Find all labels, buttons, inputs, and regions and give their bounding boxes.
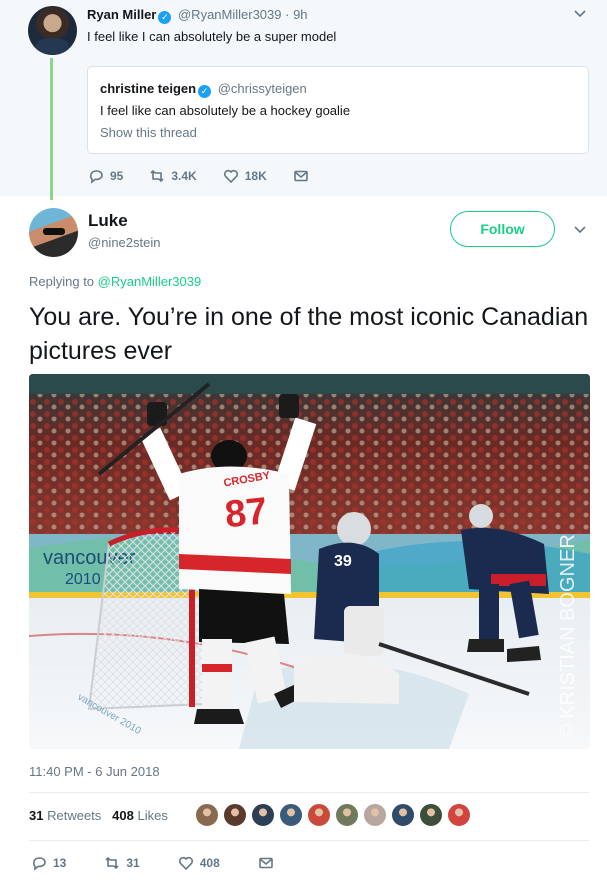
likes-stat[interactable]: 408 Likes bbox=[112, 808, 168, 823]
parent-tweet-actions: 95 3.4K 18K bbox=[88, 168, 309, 184]
tweet-text: You are. You’re in one of the most iconi… bbox=[29, 303, 589, 365]
retweet-count: 3.4K bbox=[171, 169, 197, 183]
divider bbox=[29, 792, 589, 793]
liker-avatar[interactable] bbox=[391, 803, 415, 827]
quoted-tweet-text: I feel like can absolutely be a hockey g… bbox=[100, 103, 351, 118]
liker-avatar[interactable] bbox=[307, 803, 331, 827]
author-name[interactable]: Luke bbox=[88, 211, 128, 231]
direct-message-button[interactable] bbox=[258, 855, 274, 871]
author-handle[interactable]: @nine2stein bbox=[88, 235, 160, 250]
retweet-icon bbox=[105, 856, 119, 870]
liker-avatar[interactable] bbox=[279, 803, 303, 827]
reply-count: 13 bbox=[53, 856, 67, 870]
reply-icon bbox=[89, 170, 103, 184]
liker-avatar[interactable] bbox=[195, 803, 219, 827]
liker-avatar[interactable] bbox=[363, 803, 387, 827]
reply-handle-link[interactable]: @RyanMiller3039 bbox=[98, 274, 202, 289]
follow-button[interactable]: Follow bbox=[450, 211, 555, 247]
parent-tweet-header: Ryan Miller ✓ @RyanMiller3039 · 9h bbox=[87, 7, 308, 24]
goalie-number: 39 bbox=[334, 553, 352, 570]
retweet-count: 31 bbox=[126, 856, 140, 870]
reply-count: 95 bbox=[110, 169, 124, 183]
likes-stat-count: 408 bbox=[112, 808, 134, 823]
retweet-icon bbox=[150, 169, 164, 183]
jersey-number: 87 bbox=[223, 490, 269, 536]
tweet-timestamp[interactable]: 11:40 PM - 6 Jun 2018 bbox=[29, 764, 160, 779]
author-name[interactable]: Ryan Miller bbox=[87, 7, 156, 22]
reply-button[interactable]: 13 bbox=[31, 855, 66, 871]
tweet-stats: 31 Retweets 408 Likes bbox=[29, 808, 168, 823]
retweet-button[interactable]: 3.4K bbox=[149, 168, 197, 184]
verified-badge-icon: ✓ bbox=[158, 11, 172, 24]
like-count: 18K bbox=[244, 169, 267, 183]
tweet-photo[interactable]: vancouver 2010 vancouver 2010 87 CROSBY bbox=[29, 374, 590, 749]
thread-connector bbox=[50, 58, 53, 200]
reply-prefix: Replying to bbox=[29, 274, 95, 289]
parent-tweet[interactable]: Ryan Miller ✓ @RyanMiller3039 · 9h I feel… bbox=[0, 0, 607, 200]
verified-badge-icon: ✓ bbox=[198, 85, 212, 98]
reply-icon bbox=[32, 857, 46, 871]
direct-message-button[interactable] bbox=[293, 168, 309, 184]
quoted-author-name: christine teigen bbox=[100, 81, 197, 96]
retweets-stat[interactable]: 31 Retweets bbox=[29, 808, 101, 823]
quoted-tweet-header: christine teigen ✓ @chrissyteigen bbox=[100, 81, 307, 98]
envelope-icon bbox=[293, 170, 308, 182]
like-button[interactable]: 408 bbox=[178, 855, 220, 871]
divider bbox=[29, 840, 589, 841]
tweet-time[interactable]: · 9h bbox=[285, 7, 307, 22]
like-button[interactable]: 18K bbox=[223, 168, 267, 184]
show-thread-link[interactable]: Show this thread bbox=[100, 125, 197, 140]
liker-avatar[interactable] bbox=[223, 803, 247, 827]
dasher-year: 2010 bbox=[65, 571, 101, 588]
reply-button[interactable]: 95 bbox=[88, 168, 123, 184]
chevron-down-icon[interactable] bbox=[573, 6, 587, 23]
avatar[interactable] bbox=[29, 208, 78, 257]
envelope-icon bbox=[258, 857, 273, 869]
retweets-stat-label: Retweets bbox=[47, 808, 102, 823]
author-handle[interactable]: @RyanMiller3039 bbox=[178, 7, 282, 22]
like-count: 408 bbox=[199, 856, 220, 870]
retweet-button[interactable]: 31 bbox=[104, 855, 140, 871]
liker-avatar[interactable] bbox=[419, 803, 443, 827]
likes-stat-label: Likes bbox=[137, 808, 168, 823]
parent-tweet-text: I feel like I can absolutely be a super … bbox=[87, 29, 337, 44]
photo-watermark: © KRISTIAN BOGNER bbox=[557, 534, 579, 739]
liker-avatar[interactable] bbox=[251, 803, 275, 827]
tweet-actions: 13 31 408 bbox=[31, 855, 274, 871]
avatar[interactable] bbox=[28, 6, 77, 55]
quoted-author-handle: @chrissyteigen bbox=[217, 81, 307, 96]
chevron-down-icon[interactable] bbox=[573, 222, 587, 239]
replying-to: Replying to @RyanMiller3039 bbox=[29, 274, 201, 289]
heart-icon bbox=[223, 169, 238, 184]
retweets-stat-count: 31 bbox=[29, 808, 44, 823]
heart-icon bbox=[178, 856, 193, 871]
quoted-tweet[interactable]: christine teigen ✓ @chrissyteigen I feel … bbox=[87, 66, 589, 154]
liker-avatar[interactable] bbox=[447, 803, 471, 827]
likers-avatars bbox=[195, 803, 471, 827]
liker-avatar[interactable] bbox=[335, 803, 359, 827]
